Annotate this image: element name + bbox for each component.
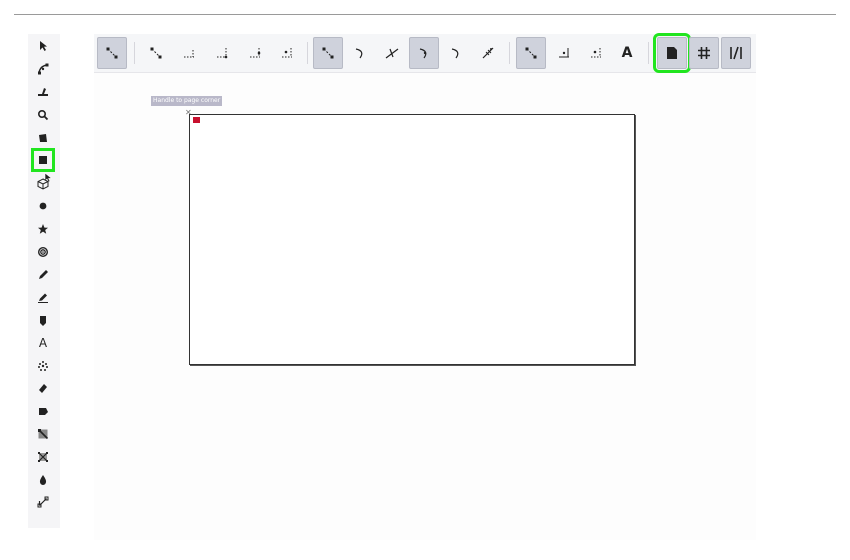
- magnifier-icon: [37, 109, 49, 121]
- tweak-tool-button[interactable]: [33, 82, 53, 102]
- snap-paths-icon: [355, 48, 363, 59]
- eraser-icon: [39, 384, 47, 393]
- snap-nodes-icon: [322, 47, 334, 59]
- enable-snapping-button[interactable]: [97, 37, 127, 69]
- red-rectangle-object[interactable]: [193, 117, 200, 123]
- ellipse-tool-button[interactable]: [33, 196, 53, 216]
- snap-paths-button[interactable]: [345, 37, 375, 69]
- snap-toggle-icon: [106, 47, 118, 59]
- dropper-icon: [39, 475, 47, 485]
- pencil-tool-button[interactable]: [33, 265, 53, 285]
- gradient-tool-button[interactable]: [33, 424, 53, 444]
- snap-bbox-midpoints-button[interactable]: [240, 37, 270, 69]
- snap-bounding-box-button[interactable]: [141, 37, 171, 69]
- measure-icon: [39, 134, 47, 142]
- mesh-icon: [38, 452, 48, 462]
- rectangle-tool-button[interactable]: [31, 148, 55, 172]
- snap-smooth-nodes-button[interactable]: [441, 37, 471, 69]
- snap-guides-button[interactable]: [721, 37, 751, 69]
- page-icon: [667, 47, 677, 59]
- snap-bbox-corners-icon: [217, 48, 228, 59]
- snap-bbox-icon: [150, 47, 162, 59]
- snap-others-icon: [525, 47, 537, 59]
- snap-path-intersections-button[interactable]: [377, 37, 407, 69]
- spiral-icon: [37, 246, 49, 258]
- pen-icon: [38, 293, 48, 303]
- node-edit-icon: [38, 63, 49, 75]
- mesh-tool-button[interactable]: [33, 447, 53, 467]
- calligraphy-icon: [40, 316, 46, 326]
- 3d-box-tool-button[interactable]: [33, 174, 53, 194]
- snap-line-midpoints-icon: [482, 47, 494, 59]
- snap-cusp-nodes-button[interactable]: [409, 37, 439, 69]
- snap-bbox-edges-icon: [184, 50, 194, 58]
- snap-object-centers-icon: [559, 48, 569, 58]
- node-tool-button[interactable]: [33, 59, 53, 79]
- paint-bucket-tool-button[interactable]: [33, 401, 53, 421]
- top-divider: [14, 14, 836, 15]
- eraser-tool-button[interactable]: [33, 378, 53, 398]
- measure-tool-button[interactable]: [33, 128, 53, 148]
- tweak-icon: [38, 88, 48, 96]
- snap-rotation-centers-icon: [591, 48, 601, 58]
- separator: [509, 42, 510, 64]
- snap-text-baseline-button[interactable]: A: [612, 37, 642, 69]
- text-tool-button[interactable]: A: [33, 333, 53, 353]
- guides-icon: [730, 46, 742, 60]
- separator: [307, 42, 308, 64]
- pencil-icon: [39, 270, 48, 279]
- snap-smooth-nodes-icon: [451, 48, 459, 59]
- document-page[interactable]: [189, 114, 635, 365]
- zoom-tool-button[interactable]: [33, 105, 53, 125]
- snap-line-midpoints-button[interactable]: [473, 37, 503, 69]
- snap-bbox-midpoints-icon: [250, 48, 261, 58]
- snap-bbox-edges-button[interactable]: [174, 37, 204, 69]
- dropper-tool-button[interactable]: [33, 470, 53, 490]
- star-icon: [38, 224, 48, 234]
- snap-bbox-center-button[interactable]: [272, 37, 302, 69]
- snap-intersections-icon: [385, 48, 399, 59]
- snap-others-button[interactable]: [516, 37, 546, 69]
- connector-icon: [37, 496, 49, 508]
- separator: [648, 42, 649, 64]
- snap-rotation-centers-button[interactable]: [581, 37, 611, 69]
- text-A-icon: A: [38, 336, 48, 350]
- snap-cusp-nodes-icon: [419, 48, 427, 59]
- snap-page-border-button[interactable]: [653, 33, 691, 73]
- snap-bbox-center-icon: [282, 48, 292, 58]
- snap-object-centers-button[interactable]: [549, 37, 579, 69]
- handle-tooltip: Handle to page corner: [151, 96, 223, 106]
- snap-nodes-button[interactable]: [313, 37, 343, 69]
- text-baseline-icon: A: [621, 45, 633, 61]
- spiral-tool-button[interactable]: [33, 242, 53, 262]
- spray-icon: [38, 361, 48, 371]
- selector-tool-button[interactable]: [33, 36, 53, 56]
- gradient-icon: [37, 428, 49, 440]
- grid-icon: [698, 47, 710, 59]
- star-tool-button[interactable]: [33, 219, 53, 239]
- rectangle-icon: [39, 156, 47, 164]
- calligraphy-tool-button[interactable]: [33, 311, 53, 331]
- ellipse-icon: [39, 202, 47, 210]
- pen-tool-button[interactable]: [33, 288, 53, 308]
- separator: [134, 42, 135, 64]
- snap-grid-button[interactable]: [689, 37, 719, 69]
- 3d-box-icon: [37, 178, 49, 190]
- snap-bbox-corners-button[interactable]: [207, 37, 237, 69]
- pointer-arrow-icon: [40, 41, 47, 51]
- spray-tool-button[interactable]: [33, 356, 53, 376]
- connector-tool-button[interactable]: [33, 492, 53, 512]
- bucket-icon: [39, 408, 48, 415]
